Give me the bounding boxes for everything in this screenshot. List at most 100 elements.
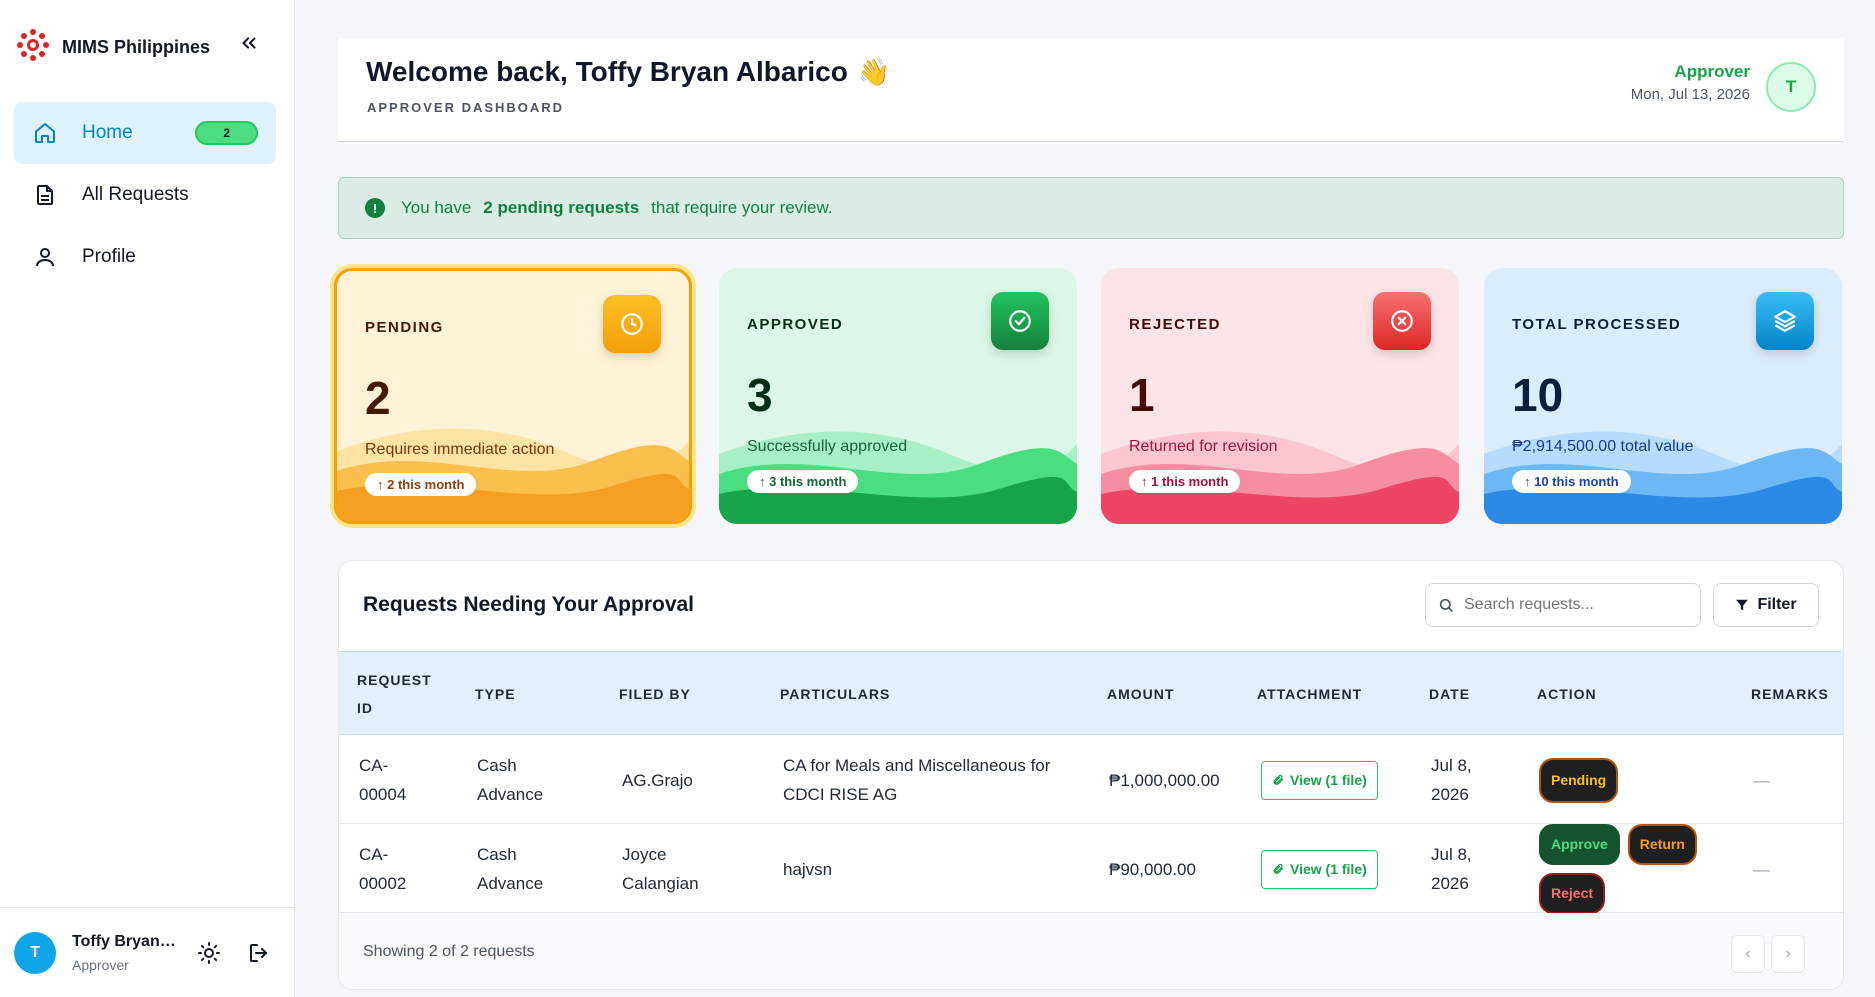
table-footer: Showing 2 of 2 requests ‹ › [339,913,1843,989]
user-role: Approver [72,956,129,973]
sidebar-user-panel: T Toffy Bryan Albarico Approver [0,907,295,997]
search-icon [1439,598,1453,612]
cell-particulars: hajvsn [783,859,833,879]
column-header[interactable]: AMOUNT [1107,652,1174,736]
requests-panel: Requests Needing Your Approval Filter RE… [338,560,1844,990]
sidebar: MIMS Philippines Home 2 All Requests Pro… [0,0,295,997]
column-header[interactable]: REMARKS [1751,652,1829,736]
table-header: REQUEST ID TYPE FILED BY PARTICULARS AMO… [339,651,1843,736]
cell-date: Jul 8, 2026 [1431,845,1472,893]
cell-remarks: — [1753,859,1770,879]
table-row[interactable]: CA-00004 Cash Advance AG.Grajo CA for Me… [339,736,1843,824]
cell-attachment: View (1 file) [1261,825,1378,913]
card-value: 3 [747,369,773,421]
pending-card[interactable]: PENDING 2 Requires immediate action ↑ 2 … [334,268,692,524]
alert-prefix: You have [401,198,472,217]
home-icon [32,120,58,146]
card-trend-badge: ↑ 2 this month [365,473,477,496]
view-attachment-button[interactable]: View (1 file) [1261,760,1378,800]
card-description: Successfully approved [747,438,908,455]
total-processed-card[interactable]: TOTAL PROCESSED 10 ₱2,914,500.00 total v… [1484,268,1842,524]
reject-button[interactable]: Reject [1539,873,1606,914]
card-trend-badge: ↑ 10 this month [1512,470,1631,493]
column-header[interactable]: DATE [1429,652,1470,736]
column-header[interactable]: TYPE [475,652,516,736]
dashboard-subtitle: APPROVER DASHBOARD [367,100,565,115]
cell-attachment: View (1 file) [1261,736,1378,824]
sidebar-item-label: Home [82,122,133,143]
user-name: Toffy Bryan Albarico [72,932,176,950]
attachment-label: View (1 file) [1290,860,1367,877]
wave-icon: 👋 [857,56,891,87]
logout-button[interactable] [244,938,274,968]
column-header[interactable]: FILED BY [619,652,691,736]
next-page-button[interactable]: › [1771,935,1805,973]
mims-logo-icon [16,28,50,67]
sidebar-item-label: All Requests [82,184,189,205]
theme-toggle-button[interactable] [194,938,224,968]
cell-filed-by: Joyce Calangian [622,845,699,893]
card-description: Requires immediate action [365,441,555,458]
column-header[interactable]: REQUEST ID [357,652,437,736]
brand-name: MIMS Philippines [62,37,211,57]
attachment-label: View (1 file) [1290,771,1367,788]
prev-page-button[interactable]: ‹ [1731,935,1765,973]
card-value: 2 [365,372,391,424]
welcome-text: Welcome back, Toffy Bryan Albarico [366,56,848,87]
sidebar-item-label: Profile [82,246,136,267]
paperclip-icon [1273,774,1284,785]
layers-icon [1756,292,1814,350]
sidebar-item-profile[interactable]: Profile [14,226,276,288]
card-description: ₱2,914,500.00 total value [1512,438,1694,455]
pending-alert: ! You have 2 pending requests that requi… [338,177,1844,239]
card-trend-badge: ↑ 1 this month [1129,470,1241,493]
approved-card[interactable]: APPROVED 3 Successfully approved ↑ 3 thi… [719,268,1077,524]
cell-action: Pending [1539,736,1619,824]
cell-type: Cash Advance [477,756,544,804]
approve-button[interactable]: Approve [1539,824,1620,865]
clock-icon [603,295,661,353]
check-circle-icon [991,292,1049,350]
view-attachment-button[interactable]: View (1 file) [1261,849,1378,889]
cell-date: Jul 8, 2026 [1431,756,1472,804]
column-header[interactable]: ACTION [1537,652,1597,736]
card-label: TOTAL PROCESSED [1512,316,1682,333]
search-box[interactable] [1425,583,1701,627]
avatar[interactable]: T [14,931,56,974]
card-label: REJECTED [1129,316,1222,333]
search-input[interactable] [1464,596,1674,614]
cell-request-id: CA-00002 [359,845,407,893]
brand[interactable]: MIMS Philippines [16,28,210,67]
cell-amount: ₱90,000.00 [1109,859,1196,879]
logout-icon [250,943,267,962]
filter-button[interactable]: Filter [1713,583,1819,627]
filter-icon [1736,599,1749,611]
column-header[interactable]: ATTACHMENT [1257,652,1362,736]
cell-type: Cash Advance [477,845,544,893]
cell-particulars: CA for Meals and Miscellaneous for CDCI … [783,756,1051,804]
pending-count-badge: 2 [195,121,258,145]
current-date: Mon, Jul 13, 2026 [1630,86,1750,103]
cell-request-id: CA-00004 [359,756,407,804]
status-badge: Pending [1539,757,1619,803]
filter-label: Filter [1757,596,1797,613]
table-row[interactable]: CA-00002 Cash Advance Joyce Calangian ha… [339,824,1843,914]
sidebar-item-home[interactable]: Home 2 [14,102,276,164]
card-value: 1 [1129,369,1155,421]
sun-icon [198,941,220,964]
header-user-meta: Approver Mon, Jul 13, 2026 [1631,62,1750,103]
x-circle-icon [1373,292,1431,350]
alert-icon: ! [365,198,385,218]
rejected-card[interactable]: REJECTED 1 Returned for revision ↑ 1 thi… [1101,268,1459,524]
document-icon [32,182,58,208]
cell-filed-by: AG.Grajo [622,770,693,790]
role-label: Approver [1674,62,1750,81]
card-value: 10 [1512,369,1564,421]
column-header[interactable]: PARTICULARS [780,652,890,736]
card-label: APPROVED [747,316,844,333]
showing-count: Showing 2 of 2 requests [363,943,535,960]
sidebar-item-all-requests[interactable]: All Requests [14,164,276,226]
collapse-sidebar-button[interactable] [236,30,262,56]
header-avatar[interactable]: T [1766,62,1816,112]
return-button[interactable]: Return [1627,824,1697,865]
